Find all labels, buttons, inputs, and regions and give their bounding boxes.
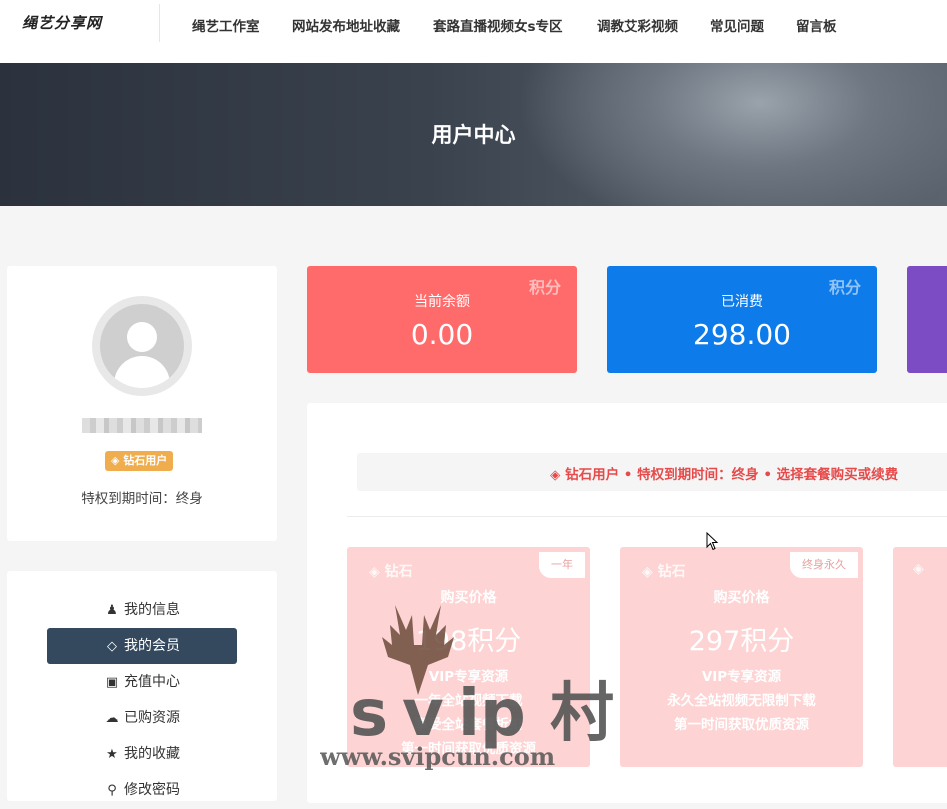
spent-value: 298.00 bbox=[693, 318, 791, 351]
expire-text: 特权到期时间：终身 bbox=[81, 491, 203, 507]
plan-feature: 享受全站套餐折扣 bbox=[414, 717, 523, 733]
diamond-icon: ◇ bbox=[107, 639, 117, 654]
cloud-download-icon: ☁ bbox=[105, 711, 119, 726]
membership-panel: ◈ 钻石用户 • 特权到期时间：终身 • 选择套餐购买或续费 ◈ 钻石 一年 购… bbox=[307, 403, 947, 803]
plan-name: 钻石 bbox=[657, 564, 686, 580]
sidebar-item-change-password[interactable]: ⚲ 修改密码 bbox=[47, 772, 237, 808]
nav-item-guestbook[interactable]: 留言板 bbox=[796, 15, 837, 35]
plan-price-label: 购买价格 bbox=[713, 590, 770, 606]
mouse-cursor-icon bbox=[706, 532, 718, 551]
plan-tag: 终身永久 bbox=[790, 552, 858, 578]
sidebar-item-favorites[interactable]: ★ 我的收藏 bbox=[47, 736, 237, 772]
divider bbox=[347, 516, 947, 517]
plan-name: 钻石 bbox=[384, 564, 413, 580]
vip-badge-label: 钻石用户 bbox=[123, 454, 168, 467]
plan-feature: 第一时间获取优质资源 bbox=[674, 717, 809, 733]
hero-banner: 用户中心 bbox=[0, 63, 947, 206]
sidebar-item-purchased[interactable]: ☁ 已购资源 bbox=[47, 700, 237, 736]
third-stat-card bbox=[907, 266, 947, 373]
diamond-icon: ◈ bbox=[913, 561, 924, 577]
avatar-user-icon bbox=[100, 304, 184, 388]
star-icon: ★ bbox=[106, 747, 118, 762]
top-navbar: 绳艺分享网 绳艺工作室 网站发布地址收藏 套路直播视频女s专区 调教艾彩视频 常… bbox=[0, 0, 947, 63]
plan-feature: VIP专享资源 bbox=[701, 669, 782, 685]
plan-card-lifetime[interactable]: ◈ 钻石 终身永久 购买价格 297积分 VIP专享资源 永久全站视频无限制下载… bbox=[620, 547, 863, 767]
nav-item-videos[interactable]: 调教艾彩视频 bbox=[597, 15, 678, 35]
credit-card-icon: ▣ bbox=[105, 675, 119, 690]
page-title: 用户中心 bbox=[431, 123, 516, 147]
diamond-icon: ◈ bbox=[369, 564, 380, 580]
sidebar-item-my-info[interactable]: ♟ 我的信息 bbox=[47, 592, 237, 628]
nav-divider bbox=[159, 4, 160, 42]
nav-item-live[interactable]: 套路直播视频女s专区 bbox=[433, 15, 563, 35]
spent-label: 已消费 bbox=[721, 294, 763, 310]
site-logo[interactable]: 绳艺分享网 bbox=[22, 12, 102, 33]
sidebar-item-recharge[interactable]: ▣ 充值中心 bbox=[47, 664, 237, 700]
diamond-icon: ◈ bbox=[550, 467, 561, 483]
plan-price-label: 购买价格 bbox=[440, 590, 497, 606]
diamond-icon: ◈ bbox=[642, 564, 653, 580]
plan-price: 297积分 bbox=[688, 626, 795, 657]
membership-notice: ◈ 钻石用户 • 特权到期时间：终身 • 选择套餐购买或续费 bbox=[357, 453, 947, 491]
sidebar-item-my-membership[interactable]: ◇ 我的会员 bbox=[47, 628, 237, 664]
diamond-icon: ◈ bbox=[111, 454, 120, 467]
plan-card-yearly[interactable]: ◈ 钻石 一年 购买价格 198积分 VIP专享资源 一年全站视频下载 享受全站… bbox=[347, 547, 590, 767]
plan-feature: 一年全站视频下载 bbox=[414, 693, 523, 709]
membership-notice-text: 钻石用户 • 特权到期时间：终身 • 选择套餐购买或续费 bbox=[565, 467, 899, 483]
plan-feature: 永久全站视频无限制下载 bbox=[667, 693, 816, 709]
user-icon: ♟ bbox=[106, 603, 118, 618]
plan-price: 198积分 bbox=[415, 626, 522, 657]
nav-item-studio[interactable]: 绳艺工作室 bbox=[192, 15, 260, 35]
balance-label: 当前余额 bbox=[414, 294, 470, 310]
spent-card: 积分 已消费 298.00 bbox=[607, 266, 877, 373]
balance-value: 0.00 bbox=[410, 318, 474, 351]
plan-feature: 第一时间获取优质资源 bbox=[401, 741, 536, 757]
plan-feature: VIP专享资源 bbox=[428, 669, 509, 685]
balance-card: 积分 当前余额 0.00 bbox=[307, 266, 577, 373]
plan-tag: 一年 bbox=[539, 552, 585, 578]
username-blurred bbox=[82, 418, 202, 433]
vip-badge: ◈ 钻石用户 bbox=[105, 451, 174, 471]
nav-item-faq[interactable]: 常见问题 bbox=[710, 15, 764, 35]
nav-item-address[interactable]: 网站发布地址收藏 bbox=[292, 15, 400, 35]
plan-card-partial[interactable]: ◈ bbox=[893, 547, 947, 767]
profile-card: ◈ 钻石用户 特权到期时间：终身 bbox=[7, 266, 277, 541]
lock-icon: ⚲ bbox=[107, 783, 117, 798]
avatar[interactable] bbox=[92, 296, 192, 396]
sidebar-menu: ♟ 我的信息 ◇ 我的会员 ▣ 充值中心 ☁ 已购资源 ★ 我的收藏 ⚲ 修改密码 bbox=[7, 571, 277, 801]
